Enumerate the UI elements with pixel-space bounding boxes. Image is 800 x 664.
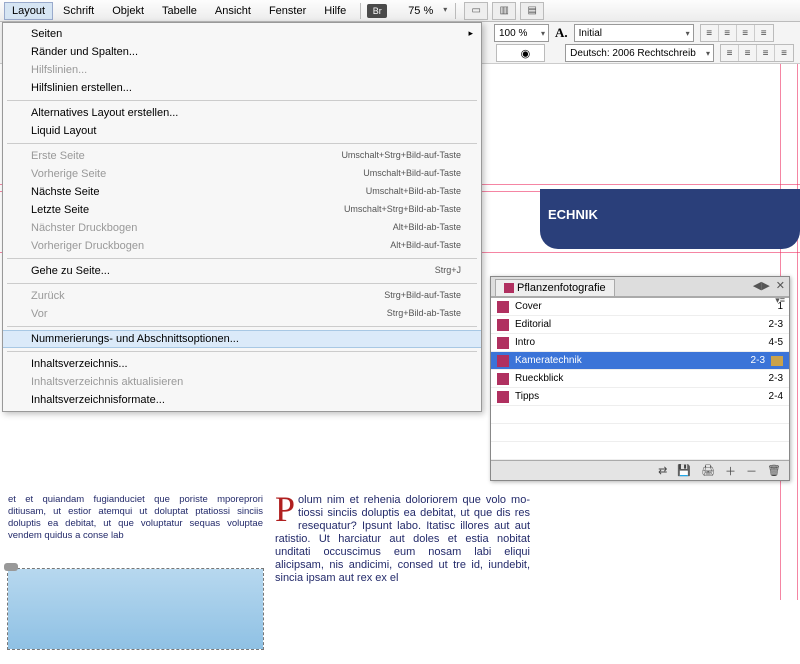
doc-pages: 2-3 <box>755 373 783 384</box>
menu-item[interactable]: Inhaltsverzeichnisformate... <box>3 391 481 409</box>
justify-center-icon[interactable]: ≡ <box>757 45 775 61</box>
menu-item[interactable]: Alternatives Layout erstellen... <box>3 104 481 122</box>
screen-mode-icon[interactable]: ▭ <box>464 2 488 20</box>
doc-pages: 2-3 <box>755 319 783 330</box>
style-combo[interactable]: Initial <box>574 24 694 42</box>
menu-item[interactable]: Nächste SeiteUmschalt+Bild-ab-Taste <box>3 183 481 201</box>
remove-icon[interactable]: － <box>746 463 757 479</box>
zoom2-combo[interactable]: 100 % <box>494 24 549 42</box>
lang-combo[interactable]: Deutsch: 2006 Rechtschreib <box>565 44 714 62</box>
doc-pages: 2-4 <box>755 391 783 402</box>
menu-item[interactable]: Inhaltsverzeichnis... <box>3 355 481 373</box>
save-icon[interactable]: 💾 <box>677 464 691 477</box>
separator <box>455 3 456 19</box>
indd-icon <box>497 337 509 349</box>
menu-item: Vorherige SeiteUmschalt+Bild-auf-Taste <box>3 165 481 183</box>
align-group2: ≡ ≡ ≡ ≡ <box>720 44 794 62</box>
panel-tabs: ◀▶✕ Pflanzenfotografie ▾≡ <box>491 277 789 297</box>
book-row[interactable]: Tipps 2-4 <box>491 388 789 406</box>
menu-ansicht[interactable]: Ansicht <box>207 2 259 20</box>
layout-dropdown: SeitenRänder und Spalten...Hilfslinien..… <box>2 22 482 412</box>
arrange-icon[interactable]: ▥ <box>492 2 516 20</box>
sync-icon[interactable]: ⇄ <box>658 464 667 477</box>
panel-footer: ⇄ 💾 🖨 ＋ － 🗑 <box>491 460 789 480</box>
indd-icon <box>497 301 509 313</box>
book-row[interactable]: Rueckblick 2-3 <box>491 370 789 388</box>
indd-icon <box>497 319 509 331</box>
doc-name: Editorial <box>515 319 749 330</box>
bridge-icon[interactable]: Br <box>367 4 387 18</box>
menubar: Layout Schrift Objekt Tabelle Ansicht Fe… <box>0 0 800 22</box>
align-justify-icon[interactable]: ≡ <box>755 25 773 41</box>
menu-item[interactable]: Ränder und Spalten... <box>3 43 481 61</box>
panel-collapse-icon[interactable]: ◀▶ <box>753 279 770 292</box>
menu-item: VorStrg+Bild-ab-Taste <box>3 305 481 323</box>
align-group: ≡ ≡ ≡ ≡ <box>700 24 774 42</box>
menu-item: ZurückStrg+Bild-auf-Taste <box>3 287 481 305</box>
menu-item[interactable]: Letzte SeiteUmschalt+Strg+Bild-ab-Taste <box>3 201 481 219</box>
text-column-1[interactable]: et et quiandam fugianduciet que poriste … <box>8 494 263 542</box>
doc-name: Cover <box>515 301 749 312</box>
menu-item[interactable]: Gehe zu Seite...Strg+J <box>3 262 481 280</box>
menu-item: Erste SeiteUmschalt+Strg+Bild-auf-Taste <box>3 147 481 165</box>
field-icon[interactable]: ◉ <box>496 44 546 62</box>
indd-icon <box>497 391 509 403</box>
menu-item[interactable]: Liquid Layout <box>3 122 481 140</box>
justify-right-icon[interactable]: ≡ <box>775 45 793 61</box>
separator <box>360 3 361 19</box>
doc-name: Rueckblick <box>515 373 749 384</box>
justify-all-icon[interactable]: ≡ <box>721 45 739 61</box>
doc-pages: 4-5 <box>755 337 783 348</box>
doc-pages: 2-3 <box>737 355 765 366</box>
open-book-icon <box>771 356 783 366</box>
book-panel: ◀▶✕ Pflanzenfotografie ▾≡ Cover1Editoria… <box>490 276 790 481</box>
book-row[interactable]: Cover1 <box>491 298 789 316</box>
add-icon[interactable]: ＋ <box>725 463 736 479</box>
view-icon[interactable]: ▤ <box>520 2 544 20</box>
panel-tab[interactable]: Pflanzenfotografie <box>495 279 615 296</box>
doc-name: Tipps <box>515 391 749 402</box>
image-placeholder[interactable] <box>8 569 263 649</box>
menu-item[interactable]: Hilfslinien erstellen... <box>3 79 481 97</box>
menu-layout[interactable]: Layout <box>4 2 53 20</box>
menu-schrift[interactable]: Schrift <box>55 2 102 20</box>
align-left-icon[interactable]: ≡ <box>701 25 719 41</box>
trash-icon[interactable]: 🗑 <box>767 464 781 477</box>
align-right-icon[interactable]: ≡ <box>737 25 755 41</box>
book-row[interactable]: Kameratechnik 2-3 <box>491 352 789 370</box>
align-center-icon[interactable]: ≡ <box>719 25 737 41</box>
doc-name: Kameratechnik <box>515 355 731 366</box>
menu-item[interactable]: Nummerierungs- und Abschnittsoptionen... <box>3 330 481 348</box>
menu-fenster[interactable]: Fenster <box>261 2 314 20</box>
menu-tabelle[interactable]: Tabelle <box>154 2 205 20</box>
heading-frame[interactable]: ECHNIK <box>540 189 800 249</box>
zoom-combo[interactable]: 75 % <box>389 5 449 17</box>
menu-item: Nächster DruckbogenAlt+Bild-ab-Taste <box>3 219 481 237</box>
book-row[interactable]: Intro 4-5 <box>491 334 789 352</box>
book-row[interactable]: Editorial 2-3 <box>491 316 789 334</box>
indd-icon <box>497 355 509 367</box>
book-icon <box>504 283 514 293</box>
drop-cap: P <box>275 494 295 524</box>
text-column-2[interactable]: Polum nim et rehenia doloriorem que volo… <box>275 494 530 585</box>
book-list: Cover1 Editorial 2-3 Intro 4-5 Kameratechnik 2… <box>491 297 789 460</box>
menu-item: Hilfslinien... <box>3 61 481 79</box>
indd-icon <box>497 373 509 385</box>
menu-item: Vorheriger DruckbogenAlt+Bild-auf-Taste <box>3 237 481 255</box>
char-style-label: A. <box>555 25 568 41</box>
menu-hilfe[interactable]: Hilfe <box>316 2 354 20</box>
justify-left-icon[interactable]: ≡ <box>739 45 757 61</box>
print-icon[interactable]: 🖨 <box>701 464 715 477</box>
menu-item[interactable]: Seiten <box>3 25 481 43</box>
doc-name: Intro <box>515 337 749 348</box>
menu-item: Inhaltsverzeichnis aktualisieren <box>3 373 481 391</box>
panel-menu-icon[interactable]: ▾≡ <box>775 295 785 306</box>
menu-objekt[interactable]: Objekt <box>104 2 152 20</box>
panel-close-icon[interactable]: ✕ <box>776 279 785 292</box>
